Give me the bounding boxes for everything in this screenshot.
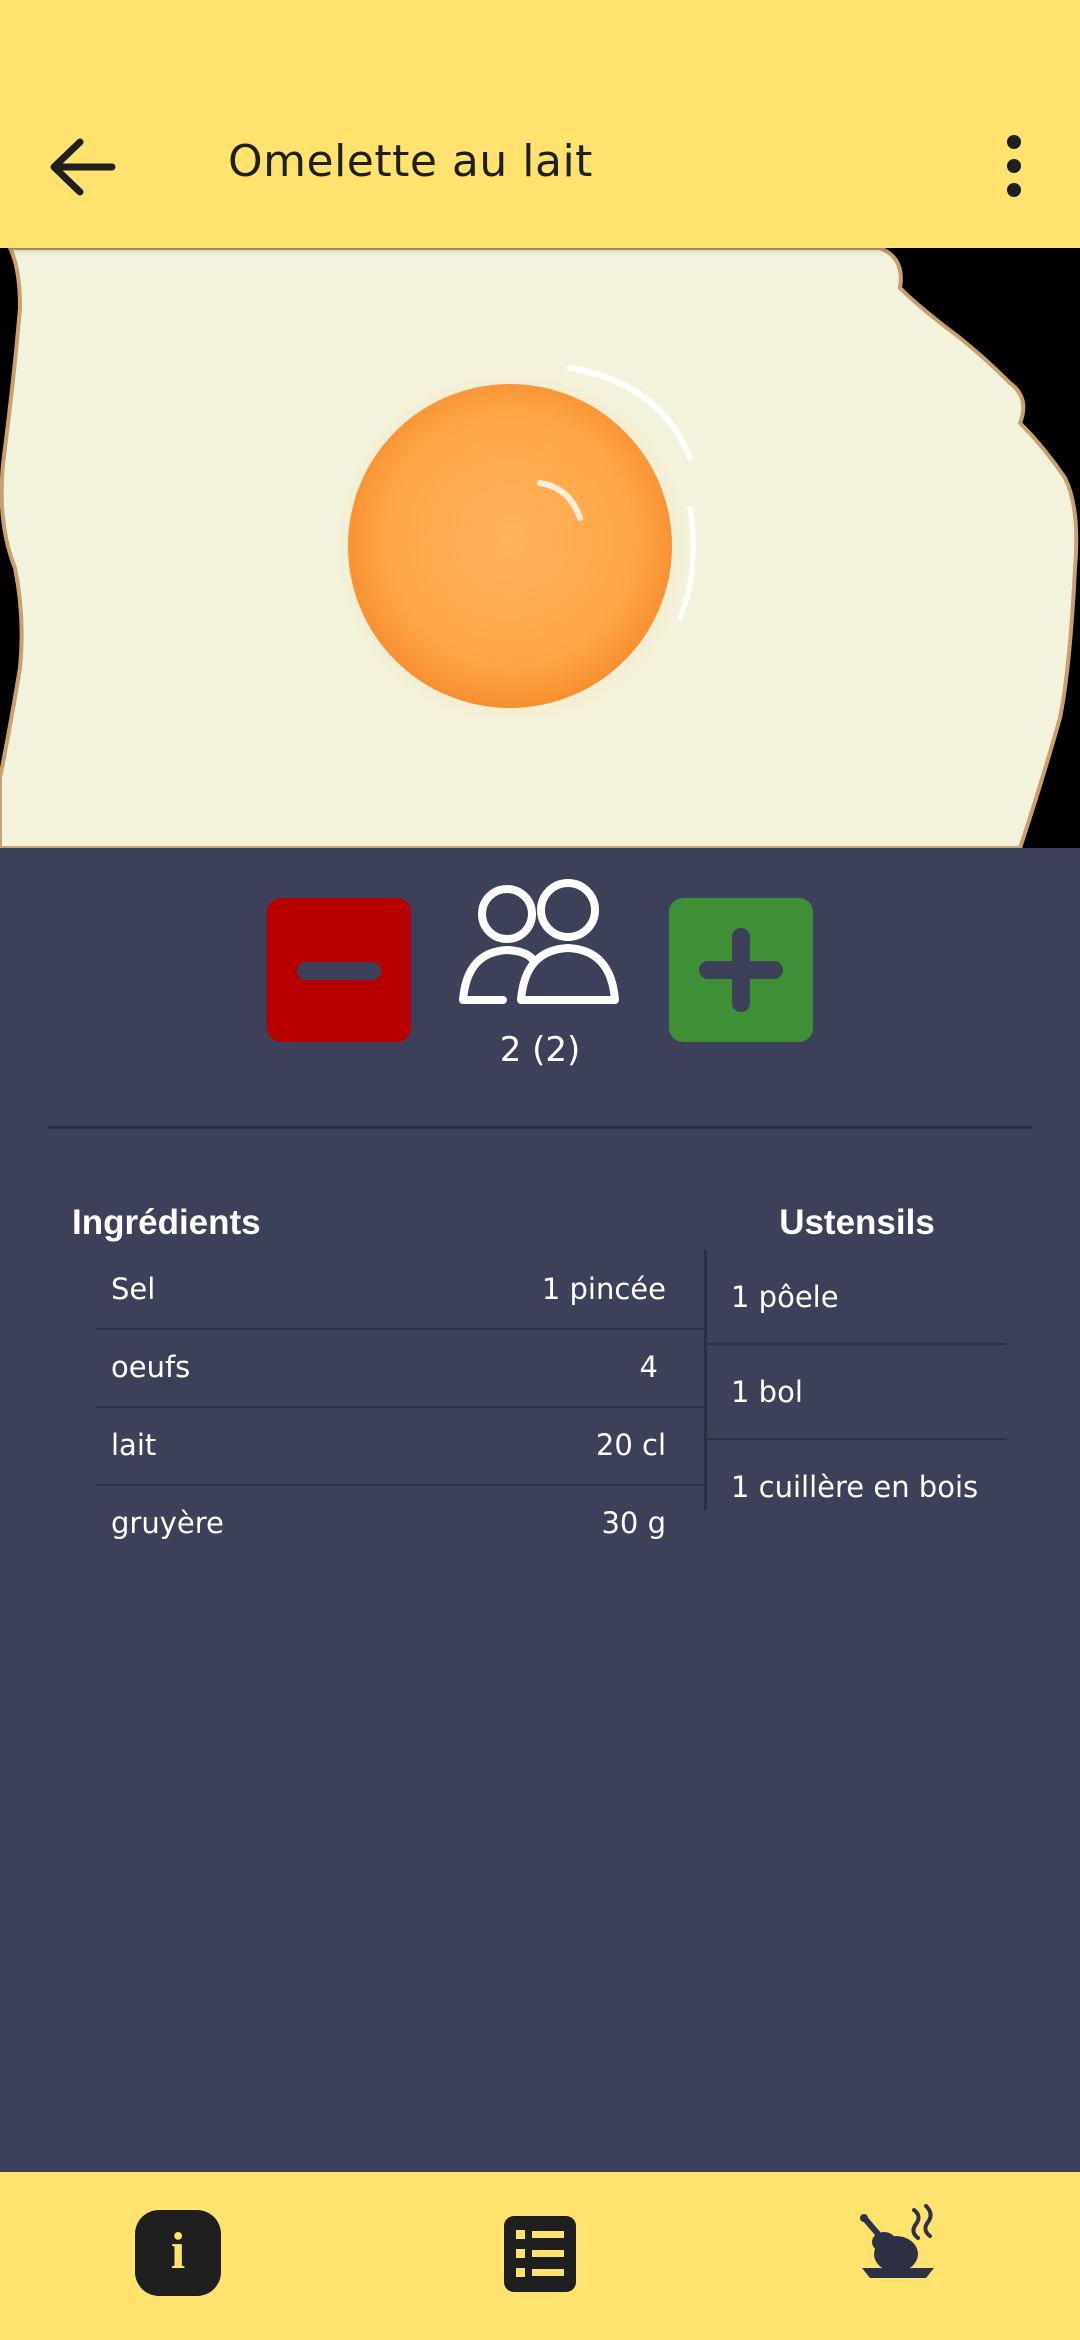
people-icon — [459, 879, 619, 1004]
utensil-name: 1 cuillère en bois — [731, 1470, 979, 1504]
servings-control: 2 (2) — [0, 848, 1080, 1128]
nav-cooking-tab[interactable] — [856, 2202, 940, 2286]
utensil-row: 1 cuillère en bois — [707, 1440, 1007, 1533]
ingredient-quantity: 30 g — [601, 1506, 666, 1540]
ingredients-list: Sel 1 pincée oeufs 4 lait 20 cl gruyère … — [96, 1252, 704, 1562]
ingredient-name: gruyère — [111, 1506, 224, 1540]
utensils-list: 1 pôele 1 bol 1 cuillère en bois — [707, 1250, 1007, 1533]
more-vertical-icon — [1007, 135, 1021, 197]
ingredient-quantity: 20 cl — [595, 1428, 666, 1462]
ingredient-row: Sel 1 pincée — [96, 1252, 704, 1330]
ingredient-row: lait 20 cl — [96, 1408, 704, 1486]
ingredients-title: Ingrédients — [72, 1203, 261, 1242]
more-options-button[interactable] — [994, 126, 1034, 206]
ingredient-name: Sel — [111, 1272, 156, 1306]
fried-egg-image — [0, 248, 1080, 848]
list-icon — [516, 2230, 564, 2277]
divider — [48, 1126, 1032, 1129]
decrease-servings-button[interactable] — [267, 898, 411, 1042]
back-button[interactable] — [42, 124, 128, 210]
servings-count: 2 (2) — [499, 1030, 581, 1070]
bottom-navigation: i — [0, 2172, 1080, 2340]
utensil-name: 1 pôele — [731, 1280, 839, 1314]
increase-servings-button[interactable] — [669, 898, 813, 1042]
nav-steps-tab[interactable] — [504, 2216, 576, 2292]
ingredient-row: gruyère 30 g — [96, 1486, 704, 1562]
ingredient-name: lait — [111, 1428, 157, 1462]
app-bar: Omelette au lait — [0, 0, 1080, 248]
utensil-row: 1 pôele — [707, 1250, 1007, 1345]
info-icon: i — [170, 2223, 186, 2280]
minus-icon — [297, 962, 381, 980]
nav-info-tab[interactable]: i — [135, 2210, 221, 2296]
ingredient-quantity: 1 pincée — [541, 1272, 666, 1306]
ingredient-name: oeufs — [111, 1350, 191, 1384]
ingredient-row: oeufs 4 — [96, 1330, 704, 1408]
utensil-name: 1 bol — [731, 1375, 803, 1409]
cooking-icon — [860, 2204, 934, 2278]
utensil-row: 1 bol — [707, 1345, 1007, 1440]
ingredient-quantity: 4 — [639, 1350, 658, 1384]
recipe-image — [0, 248, 1080, 848]
utensils-title: Ustensils — [779, 1203, 935, 1242]
arrow-left-icon — [50, 138, 116, 196]
page-title: Omelette au lait — [228, 136, 593, 187]
